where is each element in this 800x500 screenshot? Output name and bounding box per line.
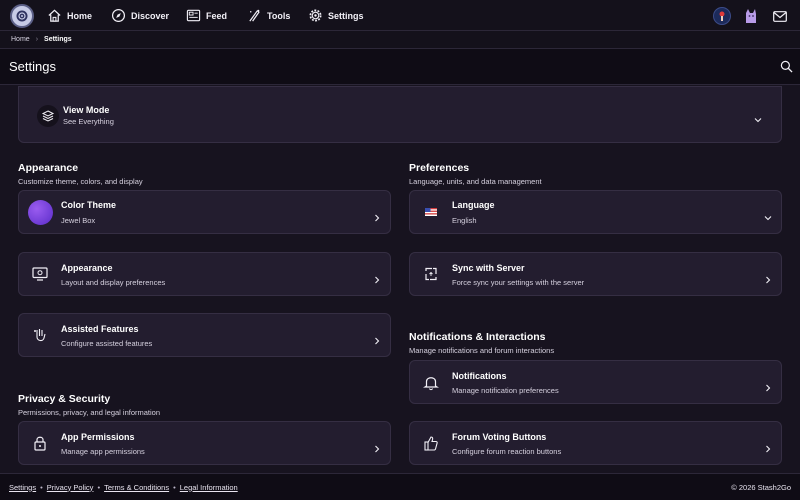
chevron-right-icon — [764, 379, 772, 392]
app-permissions-subtitle: Manage app permissions — [61, 447, 145, 456]
messages-button[interactable] — [771, 6, 789, 26]
breadcrumb-current: Settings — [44, 36, 72, 43]
home-icon — [46, 8, 62, 24]
app-permissions-title: App Permissions — [61, 432, 135, 442]
appearance-subtitle: Layout and display preferences — [61, 278, 166, 287]
appearance-card[interactable]: Appearance Layout and display preference… — [18, 252, 391, 296]
nav-feed-label: Feed — [206, 10, 228, 21]
copyright: © 2026 Stash2Go — [731, 482, 791, 492]
forum-voting-card[interactable]: Forum Voting Buttons Configure forum rea… — [409, 421, 782, 465]
assisted-features-card[interactable]: Assisted Features Configure assisted fea… — [18, 313, 391, 357]
footer-link-privacy[interactable]: Privacy Policy — [47, 483, 94, 492]
assisted-features-subtitle: Configure assisted features — [61, 339, 153, 348]
cat-mascot-icon — [746, 9, 756, 23]
appearance-section-subtitle: Customize theme, colors, and display — [18, 177, 143, 186]
feed-icon — [185, 8, 201, 24]
search-button[interactable] — [780, 60, 794, 74]
avatar — [713, 7, 731, 25]
language-value: English — [452, 216, 477, 225]
color-theme-card[interactable]: Color Theme Jewel Box — [18, 190, 391, 234]
footer-separator: • — [173, 482, 176, 492]
sync-server-title: Sync with Server — [452, 263, 525, 273]
gear-icon — [307, 8, 323, 24]
footer-separator: • — [97, 482, 101, 492]
notifications-card[interactable]: Notifications Manage notification prefer… — [409, 360, 782, 404]
notifications-section-subtitle: Manage notifications and forum interacti… — [409, 346, 555, 355]
chevron-right-icon — [373, 209, 381, 222]
us-flag-icon — [424, 203, 444, 223]
lock-icon — [31, 434, 51, 454]
color-theme-value: Jewel Box — [61, 216, 96, 225]
chevron-down-icon — [764, 209, 772, 221]
chevron-right-icon — [764, 271, 772, 284]
page-title: Settings — [9, 59, 56, 74]
avatar-figure-icon — [719, 11, 725, 21]
privacy-section-subtitle: Permissions, privacy, and legal informat… — [18, 408, 161, 417]
nav-feed[interactable]: Feed — [185, 0, 227, 31]
nav-settings[interactable]: Settings — [307, 0, 364, 31]
footer: Settings • Privacy Policy • Terms & Cond… — [0, 473, 800, 500]
layers-icon — [37, 105, 59, 127]
thumbs-up-icon — [422, 434, 442, 454]
tools-icon — [246, 8, 262, 24]
app-logo[interactable] — [10, 4, 34, 28]
view-mode-value: See Everything — [63, 117, 114, 126]
breadcrumb-home[interactable]: Home — [11, 36, 30, 43]
search-icon — [780, 60, 793, 73]
mail-icon — [773, 10, 787, 22]
color-theme-swatch — [28, 200, 53, 225]
notifications-subtitle: Manage notification preferences — [452, 386, 559, 395]
assisted-features-title: Assisted Features — [61, 324, 139, 334]
nav-home-label: Home — [67, 10, 93, 21]
nav-settings-label: Settings — [328, 10, 364, 21]
nav-tools-label: Tools — [267, 10, 291, 21]
chevron-down-icon — [754, 111, 762, 123]
chevron-right-icon: › — [35, 36, 39, 43]
page-header: Settings — [0, 49, 800, 85]
notifications-title: Notifications — [452, 371, 507, 381]
top-nav: Home Discover Feed Tools Settings — [0, 0, 800, 31]
sync-icon — [422, 265, 442, 285]
chevron-right-icon — [373, 271, 381, 284]
chevron-right-icon — [764, 440, 772, 453]
color-theme-title: Color Theme — [61, 200, 117, 210]
notifications-section-title: Notifications & Interactions — [409, 331, 546, 343]
compass-icon — [110, 8, 126, 24]
app-permissions-card[interactable]: App Permissions Manage app permissions — [18, 421, 391, 465]
mascot-button[interactable] — [742, 6, 760, 26]
forum-voting-title: Forum Voting Buttons — [452, 432, 547, 442]
nav-tools[interactable]: Tools — [246, 0, 290, 31]
footer-link-terms[interactable]: Terms & Conditions — [104, 483, 169, 492]
bell-icon — [422, 373, 442, 393]
nav-discover-label: Discover — [131, 10, 170, 21]
chevron-right-icon — [373, 332, 381, 345]
accessibility-hand-icon — [31, 326, 51, 346]
nav-home[interactable]: Home — [46, 0, 92, 31]
appearance-title: Appearance — [61, 263, 113, 273]
sync-server-subtitle: Force sync your settings with the server — [452, 278, 585, 287]
view-mode-title: View Mode — [63, 105, 110, 115]
footer-separator: • — [40, 482, 43, 492]
footer-link-legal[interactable]: Legal Information — [180, 483, 238, 492]
language-title: Language — [452, 200, 495, 210]
privacy-section-title: Privacy & Security — [18, 393, 111, 405]
breadcrumb: Home › Settings — [0, 31, 800, 49]
sync-server-card[interactable]: Sync with Server Force sync your setting… — [409, 252, 782, 296]
user-avatar-button[interactable] — [712, 6, 732, 26]
nav-discover[interactable]: Discover — [110, 0, 169, 31]
preferences-section-subtitle: Language, units, and data management — [409, 177, 542, 186]
forum-voting-subtitle: Configure forum reaction buttons — [452, 447, 562, 456]
language-select[interactable]: Language English — [409, 190, 782, 234]
monitor-icon — [31, 265, 51, 285]
view-mode-select[interactable]: View Mode See Everything — [18, 86, 782, 143]
appearance-section-title: Appearance — [18, 162, 79, 174]
preferences-section-title: Preferences — [409, 162, 470, 174]
footer-link-settings[interactable]: Settings — [9, 483, 36, 492]
chevron-right-icon — [373, 440, 381, 453]
logo-icon — [16, 10, 28, 22]
